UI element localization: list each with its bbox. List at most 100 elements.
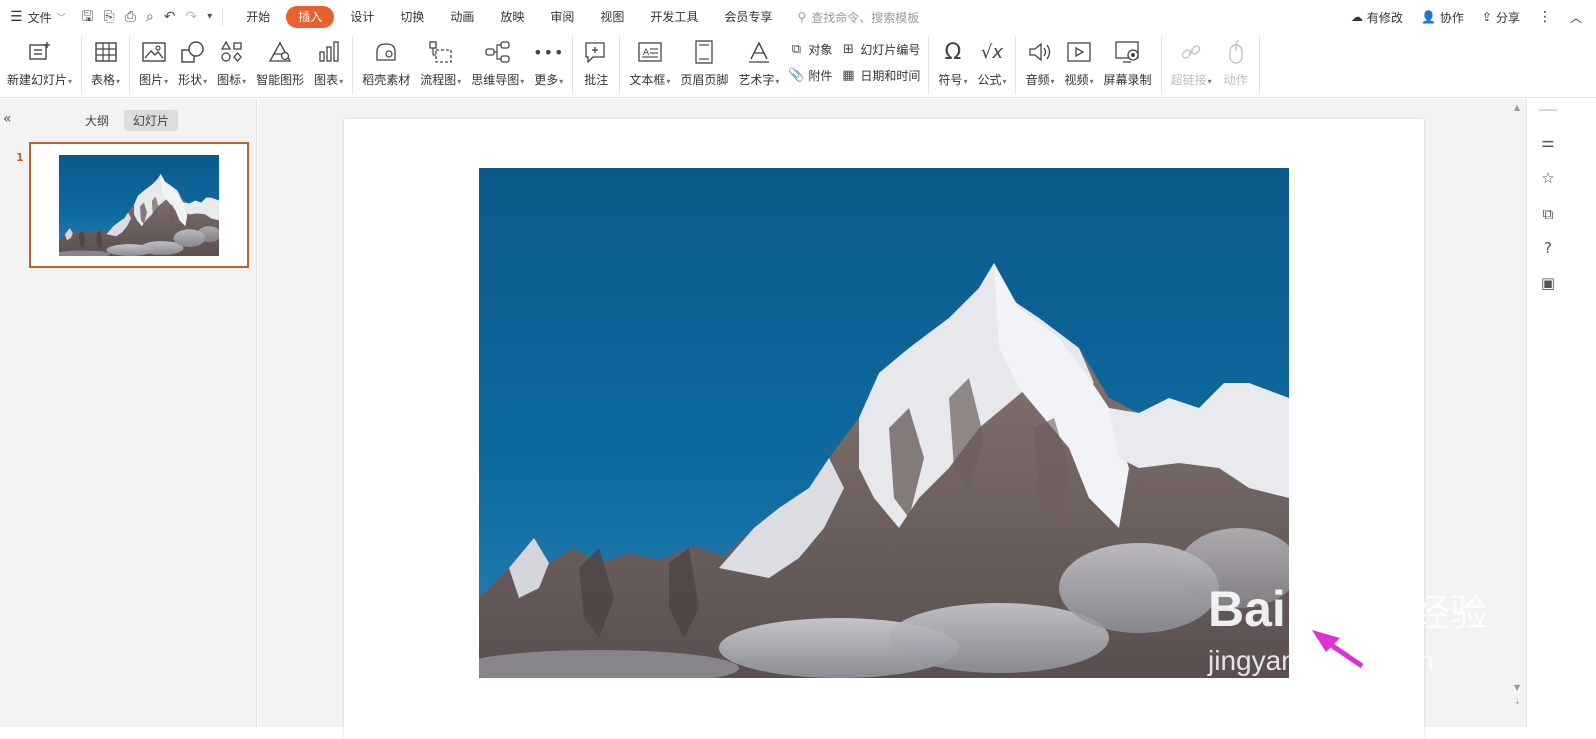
collaborate-label: 协作 — [1439, 10, 1464, 25]
calendar-icon: ▦ — [842, 67, 855, 83]
tab-transitions[interactable]: 切换 — [387, 6, 437, 28]
help-icon[interactable]: ? — [1537, 237, 1559, 259]
tab-home[interactable]: 开始 — [233, 6, 283, 28]
object-button[interactable]: ⧉ 对象 — [788, 40, 833, 58]
video-icon — [1065, 38, 1093, 66]
tab-insert[interactable]: 插入 — [286, 6, 335, 28]
scroll-up-icon[interactable]: ▲ — [1514, 103, 1520, 112]
properties-icon[interactable]: ⚌ — [1537, 131, 1559, 153]
share-button[interactable]: ⇪ 分享 — [1482, 9, 1520, 26]
paperclip-icon: 📎 — [788, 67, 805, 83]
header-footer-icon — [690, 38, 718, 66]
attachment-button[interactable]: 📎 附件 — [788, 66, 832, 84]
tab-design[interactable]: 设计 — [337, 6, 387, 28]
format-painter-icon[interactable]: ⎘ — [104, 10, 115, 24]
right-tool-rail: ⚌ ☆ ⧉ ? ▣ — [1526, 99, 1596, 727]
scroll-down-icon[interactable]: ▼ — [1514, 683, 1520, 692]
tab-animation[interactable]: 动画 — [437, 6, 487, 28]
material-icon — [372, 38, 400, 66]
new-slide-button[interactable]: 新建幻灯片▾ — [2, 34, 77, 88]
cloud-sync-icon: ☁ — [1350, 10, 1363, 24]
flowchart-icon — [427, 38, 455, 66]
flowchart-label: 流程图 — [420, 73, 457, 87]
divider — [1160, 36, 1162, 94]
screen-record-label: 屏幕录制 — [1103, 73, 1152, 87]
textbox-button[interactable]: A 文本框▾ — [624, 34, 675, 88]
bar-chart-icon — [315, 38, 343, 66]
collapse-panel-icon[interactable]: « — [3, 111, 12, 127]
tab-review[interactable]: 审阅 — [537, 6, 587, 28]
divider — [619, 36, 621, 94]
formula-icon: √x — [980, 41, 1004, 63]
action-button[interactable]: 动作 — [1217, 34, 1255, 88]
tab-slideshow[interactable]: 放映 — [487, 6, 537, 28]
link-icon — [1177, 38, 1205, 66]
formula-label: 公式 — [977, 73, 1002, 87]
redo-icon[interactable]: ↷ — [186, 10, 198, 24]
comment-button[interactable]: 批注 — [577, 34, 615, 88]
symbol-button[interactable]: Ω 符号▾ — [933, 34, 972, 88]
modified-status-button[interactable]: ☁ 有修改 — [1351, 9, 1403, 26]
more-label: 更多 — [534, 73, 559, 87]
wordart-button[interactable]: 艺术字▾ — [733, 34, 784, 88]
current-slide[interactable] — [344, 119, 1424, 739]
shape-button[interactable]: 形状▾ — [173, 34, 212, 88]
header-footer-button[interactable]: 页眉页脚 — [675, 34, 733, 88]
file-menu-button[interactable]: ☰ 文件 ﹀ — [0, 0, 76, 34]
formula-button[interactable]: √x 公式▾ — [972, 34, 1011, 88]
undo-icon[interactable]: ↶ — [164, 10, 176, 24]
print-preview-icon[interactable]: ⌕ — [146, 10, 154, 24]
date-time-button[interactable]: ▦ 日期和时间 — [840, 66, 920, 84]
more-button[interactable]: ••• 更多▾ — [529, 34, 568, 88]
file-menu-label: 文件 — [27, 10, 52, 25]
tab-slides[interactable]: 幻灯片 — [124, 110, 179, 131]
backup-box-icon[interactable]: ▣ — [1537, 272, 1559, 294]
command-search[interactable]: ⚲ 查找命令、搜索模板 — [797, 9, 919, 26]
hyperlink-button[interactable]: 超链接▾ — [1166, 34, 1217, 88]
collapse-ribbon-icon[interactable]: ︿ — [1570, 9, 1582, 26]
insert-ribbon: 新建幻灯片▾ 表格▾ 图片▾ 形状▾ 图标▾ 智能图形 图表▾ 稻壳素材 流程图… — [0, 34, 1596, 98]
attachment-label: 附件 — [808, 68, 833, 83]
tab-outline[interactable]: 大纲 — [76, 110, 118, 131]
slide-number: 1 — [16, 151, 24, 164]
more-options-icon[interactable]: ⋮ — [1538, 9, 1552, 25]
smart-graphic-button[interactable]: 智能图形 — [251, 34, 309, 88]
comment-label: 批注 — [584, 73, 609, 87]
tab-member[interactable]: 会员专享 — [711, 6, 785, 28]
tab-view[interactable]: 视图 — [587, 6, 637, 28]
search-placeholder: 查找命令、搜索模板 — [811, 10, 920, 25]
screen-record-button[interactable]: 屏幕录制 — [1099, 34, 1157, 88]
collaborate-button[interactable]: 👤 协作 — [1421, 9, 1464, 26]
rail-handle — [1539, 109, 1557, 111]
mountain-photo-graphic — [479, 168, 1289, 678]
slide-number-button[interactable]: ⊞ 幻灯片编号 — [840, 40, 920, 58]
slide-number-label: 幻灯片编号 — [860, 42, 921, 57]
picture-icon — [140, 38, 168, 66]
animation-star-icon[interactable]: ☆ — [1537, 167, 1559, 189]
divider — [352, 36, 354, 94]
screen-record-icon — [1114, 38, 1142, 66]
mindmap-button[interactable]: 思维导图▾ — [466, 34, 529, 88]
save-icon[interactable]: 🖫 — [82, 10, 94, 24]
flowchart-button[interactable]: 流程图▾ — [415, 34, 466, 88]
print-icon[interactable]: ⎙ — [125, 10, 136, 24]
vertical-scrollbar[interactable]: ▲ ▼ ⇣ — [1510, 99, 1526, 727]
video-button[interactable]: 视频▾ — [1060, 34, 1099, 88]
page-down-icon[interactable]: ⇣ — [1514, 697, 1521, 706]
share-icon: ⇪ — [1481, 10, 1492, 24]
audio-button[interactable]: 音频▾ — [1020, 34, 1059, 88]
docer-material-button[interactable]: 稻壳素材 — [357, 34, 415, 88]
search-icon: ⚲ — [797, 10, 807, 24]
slide-thumbnail[interactable] — [29, 142, 249, 268]
icon-label: 图标 — [217, 73, 242, 87]
icon-button[interactable]: 图标▾ — [212, 34, 251, 88]
picture-label: 图片 — [139, 73, 164, 87]
chart-button[interactable]: 图表▾ — [309, 34, 348, 88]
video-label: 视频 — [1064, 73, 1089, 87]
tab-developer[interactable]: 开发工具 — [637, 6, 711, 28]
table-button[interactable]: 表格▾ — [86, 34, 125, 88]
customize-dropdown-icon[interactable]: ▾ — [207, 12, 212, 22]
picture-button[interactable]: 图片▾ — [134, 34, 173, 88]
slide-transition-icon[interactable]: ⧉ — [1537, 203, 1559, 225]
mountain-photo[interactable] — [479, 168, 1289, 678]
